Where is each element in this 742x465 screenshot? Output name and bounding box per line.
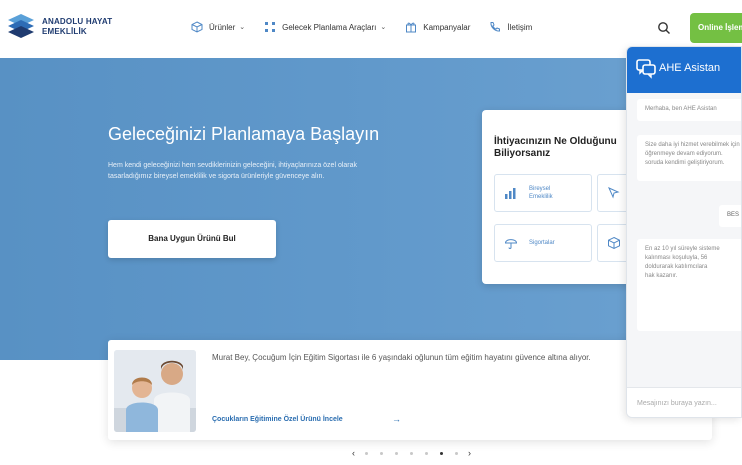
carousel-dot[interactable] (365, 451, 368, 455)
chevron-down-icon: ⌄ (380, 24, 387, 31)
story-text: Murat Bey, Çocuğum İçin Eğitim Sigortası… (212, 353, 591, 362)
brand-line-2: EMEKLİLİK (42, 27, 87, 36)
story-link[interactable]: Çocukların Eğitimine Özel Ürünü İncele (212, 416, 343, 423)
chat-title: AHE Asistan (659, 62, 721, 74)
brand-name: ANADOLU HAYAT EMEKLİLİK (42, 17, 112, 37)
nav-item-contact[interactable]: İletişim (488, 20, 532, 34)
hero-title: Geleceğinizi Planlamaya Başlayın (108, 124, 380, 144)
chat-message-bot: En az 10 yıl süreyle sisteme kalınması k… (637, 239, 741, 331)
find-product-button[interactable]: Bana Uygun Ürünü Bul (108, 220, 276, 258)
carousel-controls: ‹ › (348, 448, 475, 458)
carousel-next-button[interactable]: › (468, 448, 471, 458)
umbrella-icon (503, 235, 519, 251)
brand-logo[interactable]: ANADOLU HAYAT EMEKLİLİK (6, 10, 112, 44)
needs-title: İhtiyacınızın Ne Olduğunu Biliyorsanız (494, 136, 617, 159)
chat-message-input[interactable]: Mesajınızı buraya yazın... (627, 387, 741, 417)
carousel-dot[interactable] (425, 451, 428, 455)
chat-message-bot: Merhaba, ben AHE Asistan (637, 99, 741, 121)
need-card-private-pension[interactable]: Bireysel Emeklilik (494, 174, 592, 212)
cursor-icon (606, 185, 622, 201)
story-photo (114, 350, 196, 432)
carousel-dot[interactable] (455, 451, 458, 455)
chat-message-bot: Size daha iyi hizmet verebilmek için öğr… (637, 135, 741, 181)
box-icon (190, 20, 204, 34)
chat-header[interactable]: AHE Asistan (627, 47, 741, 93)
story-card: Murat Bey, Çocuğum İçin Eğitim Sigortası… (108, 340, 712, 440)
nav-item-planning-tools[interactable]: Gelecek Planlama Araçları ⌄ (263, 20, 386, 34)
chat-bubbles-icon (636, 59, 656, 79)
carousel-dot[interactable] (380, 451, 383, 455)
father-son-photo-icon (114, 350, 196, 432)
carousel-prev-button[interactable]: ‹ (352, 448, 355, 458)
gift-icon (404, 20, 418, 34)
logo-mark-icon (8, 14, 34, 38)
need-card-insurance[interactable]: Sigortalar (494, 224, 592, 262)
chat-assistant-panel: AHE Asistan Merhaba, ben AHE Asistan Siz… (626, 46, 742, 418)
need-card-label: Bireysel Emeklilik (529, 186, 553, 200)
carousel-dot-active[interactable] (440, 451, 443, 455)
carousel-dot[interactable] (410, 451, 413, 455)
needs-panel: İhtiyacınızın Ne Olduğunu Biliyorsanız B… (482, 110, 642, 284)
hero-description: Hem kendi geleceğinizi hem sevdikleriniz… (108, 162, 358, 180)
nav-label-products: Ürünler (209, 22, 236, 32)
search-icon[interactable] (657, 21, 671, 35)
cube-icon (606, 235, 622, 251)
online-transactions-button[interactable]: Online İşlemler (690, 13, 742, 43)
chevron-down-icon: ⌄ (239, 24, 246, 31)
nav-label-planning-tools: Gelecek Planlama Araçları (282, 22, 377, 32)
main-nav: Ürünler ⌄ Gelecek Planlama Araçları ⌄ Ka… (190, 20, 550, 34)
chart-icon (503, 185, 519, 201)
nav-item-products[interactable]: Ürünler ⌄ (190, 20, 245, 34)
phone-icon (488, 20, 502, 34)
arrow-right-icon[interactable]: → (392, 414, 401, 424)
grid-icon (263, 20, 277, 34)
brand-line-1: ANADOLU HAYAT (42, 17, 113, 26)
nav-item-campaigns[interactable]: Kampanyalar (404, 20, 470, 34)
nav-label-campaigns: Kampanyalar (423, 22, 471, 32)
need-card-label: Sigortalar (529, 240, 555, 246)
nav-label-contact: İletişim (507, 22, 533, 32)
chat-message-user: BES (719, 205, 741, 227)
carousel-dot[interactable] (395, 451, 398, 455)
